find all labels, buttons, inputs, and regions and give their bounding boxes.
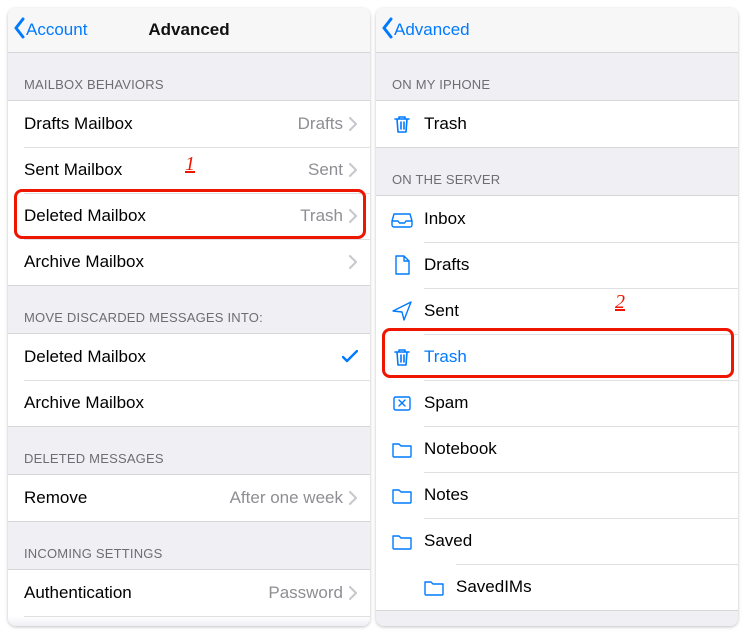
row-label: Sent Mailbox [24, 160, 308, 180]
section-header-behaviors: MAILBOX BEHAVIORS [8, 53, 370, 100]
back-button[interactable]: Account [8, 17, 87, 44]
chevron-right-icon [349, 117, 358, 131]
remove-row[interactable]: Remove After one week [8, 475, 370, 521]
row-label: Trash [424, 347, 726, 367]
navbar: Account Advanced [8, 8, 370, 53]
row-label: Spam [424, 393, 726, 413]
authentication-row[interactable]: Authentication Password [8, 570, 370, 616]
row-label: Notes [424, 485, 726, 505]
content: ON MY IPHONE Trash ON THE SERVER Inbox D… [376, 53, 738, 626]
behaviors-list: Drafts Mailbox Drafts Sent Mailbox Sent … [8, 100, 370, 286]
imap-path-prefix-row[interactable]: IMAP Path Prefix [8, 616, 370, 626]
section-header-deleted: DELETED MESSAGES [8, 427, 370, 474]
mailbox-picker-screen: Advanced ON MY IPHONE Trash ON THE SERVE… [376, 8, 738, 626]
deleted-mailbox-row[interactable]: Deleted Mailbox Trash [8, 193, 370, 239]
discarded-list: Deleted Mailbox Archive Mailbox [8, 333, 370, 427]
row-label: Deleted Mailbox [24, 206, 300, 226]
section-header-incoming: INCOMING SETTINGS [8, 522, 370, 569]
folder-icon [420, 576, 448, 598]
row-value: Password [268, 583, 343, 603]
archive-mailbox-row[interactable]: Archive Mailbox [8, 239, 370, 285]
incoming-list: Authentication Password IMAP Path Prefix [8, 569, 370, 626]
section-header-local: ON MY IPHONE [376, 53, 738, 100]
navbar: Advanced [376, 8, 738, 53]
server-spam-row[interactable]: Spam [376, 380, 738, 426]
file-icon [388, 254, 416, 276]
server-notes-row[interactable]: Notes [376, 472, 738, 518]
advanced-settings-screen: Account Advanced MAILBOX BEHAVIORS Draft… [8, 8, 370, 626]
discarded-archive-row[interactable]: Archive Mailbox [8, 380, 370, 426]
send-icon [388, 300, 416, 322]
chevron-right-icon [349, 491, 358, 505]
row-label: Deleted Mailbox [24, 347, 342, 367]
server-sent-row[interactable]: Sent [376, 288, 738, 334]
folder-icon [388, 530, 416, 552]
back-label: Advanced [394, 20, 470, 40]
server-trash-row[interactable]: Trash [376, 334, 738, 380]
row-label: Drafts [424, 255, 726, 275]
back-button[interactable]: Advanced [376, 17, 470, 44]
server-savedims-row[interactable]: SavedIMs [376, 564, 738, 610]
discarded-deleted-row[interactable]: Deleted Mailbox [8, 334, 370, 380]
back-chevron-icon [12, 17, 26, 44]
spam-icon [388, 392, 416, 414]
server-notebook-row[interactable]: Notebook [376, 426, 738, 472]
row-label: Archive Mailbox [24, 393, 358, 413]
section-header-discarded: MOVE DISCARDED MESSAGES INTO: [8, 286, 370, 333]
server-inbox-row[interactable]: Inbox [376, 196, 738, 242]
row-label: Notebook [424, 439, 726, 459]
trash-icon [388, 113, 416, 135]
trash-icon [388, 346, 416, 368]
row-value: Sent [308, 160, 343, 180]
row-label: Sent [424, 301, 726, 321]
server-drafts-row[interactable]: Drafts [376, 242, 738, 288]
row-value: Drafts [298, 114, 343, 134]
local-list: Trash [376, 100, 738, 148]
row-label: Inbox [424, 209, 726, 229]
chevron-right-icon [349, 163, 358, 177]
row-label: Archive Mailbox [24, 252, 343, 272]
server-list: Inbox Drafts Sent Trash Spam [376, 195, 738, 611]
back-label: Account [26, 20, 87, 40]
chevron-right-icon [349, 209, 358, 223]
chevron-right-icon [349, 255, 358, 269]
server-saved-row[interactable]: Saved [376, 518, 738, 564]
row-label: Drafts Mailbox [24, 114, 298, 134]
folder-icon [388, 484, 416, 506]
row-value: After one week [230, 488, 343, 508]
deleted-list: Remove After one week [8, 474, 370, 522]
folder-icon [388, 438, 416, 460]
row-label: Authentication [24, 583, 268, 603]
drafts-mailbox-row[interactable]: Drafts Mailbox Drafts [8, 101, 370, 147]
section-header-server: ON THE SERVER [376, 148, 738, 195]
back-chevron-icon [380, 17, 394, 44]
chevron-right-icon [349, 586, 358, 600]
check-icon [342, 350, 358, 364]
sent-mailbox-row[interactable]: Sent Mailbox Sent [8, 147, 370, 193]
content: MAILBOX BEHAVIORS Drafts Mailbox Drafts … [8, 53, 370, 626]
row-label: SavedIMs [456, 577, 726, 597]
row-value: Trash [300, 206, 343, 226]
local-trash-row[interactable]: Trash [376, 101, 738, 147]
row-label: Trash [424, 114, 726, 134]
row-label: Saved [424, 531, 726, 551]
row-label: Remove [24, 488, 230, 508]
inbox-icon [388, 208, 416, 230]
